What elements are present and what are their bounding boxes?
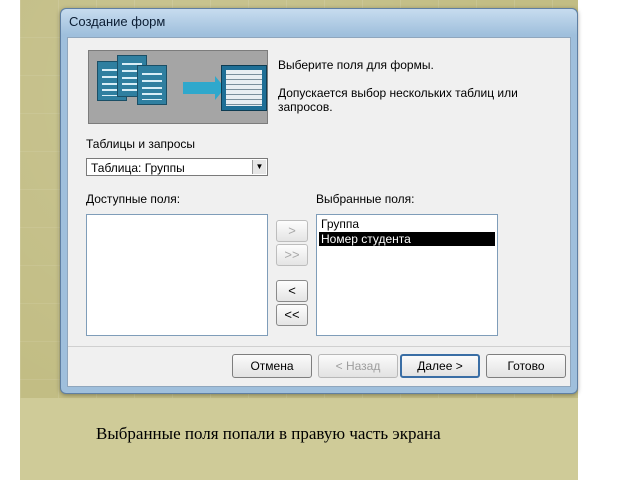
available-fields-label: Доступные поля:: [86, 192, 181, 206]
slide-caption: Выбранные поля попали в правую часть экр…: [96, 424, 441, 443]
chosen-fields-list[interactable]: Группа Номер студента: [316, 214, 498, 336]
remove-one-button[interactable]: <: [276, 280, 308, 302]
add-all-button[interactable]: >>: [276, 244, 308, 266]
finish-button[interactable]: Готово: [486, 354, 566, 378]
back-button[interactable]: < Назад: [318, 354, 398, 378]
note-text: Допускается выбор нескольких таблиц или …: [278, 86, 518, 114]
tables-label: Таблицы и запросы: [86, 137, 196, 151]
remove-all-button[interactable]: <<: [276, 304, 308, 326]
table-doc-icon: [137, 65, 167, 105]
chosen-fields-label: Выбранные поля:: [316, 192, 415, 206]
instruction-text: Выберите поля для формы.: [278, 58, 434, 72]
available-fields-list[interactable]: [86, 214, 268, 336]
form-wizard-dialog: Создание форм Выберите поля для формы. Д…: [60, 8, 578, 394]
list-item[interactable]: Группа: [319, 217, 495, 231]
dialog-client-area: Выберите поля для формы. Допускается выб…: [67, 37, 571, 387]
next-button[interactable]: Далее >: [400, 354, 480, 378]
dialog-title: Создание форм: [69, 14, 166, 29]
dialog-titlebar[interactable]: Создание форм: [61, 9, 577, 35]
form-illustration-icon: [221, 65, 267, 111]
tables-illustration-icon: [88, 50, 268, 124]
list-item-selected[interactable]: Номер студента: [319, 232, 495, 246]
add-one-button[interactable]: >: [276, 220, 308, 242]
cancel-button[interactable]: Отмена: [232, 354, 312, 378]
tables-select-value: Таблица: Группы: [91, 161, 185, 175]
arrow-right-icon: [183, 76, 225, 100]
tables-select[interactable]: Таблица: Группы ▼: [86, 158, 268, 176]
divider: [68, 346, 570, 347]
dropdown-arrow-icon[interactable]: ▼: [252, 160, 266, 174]
